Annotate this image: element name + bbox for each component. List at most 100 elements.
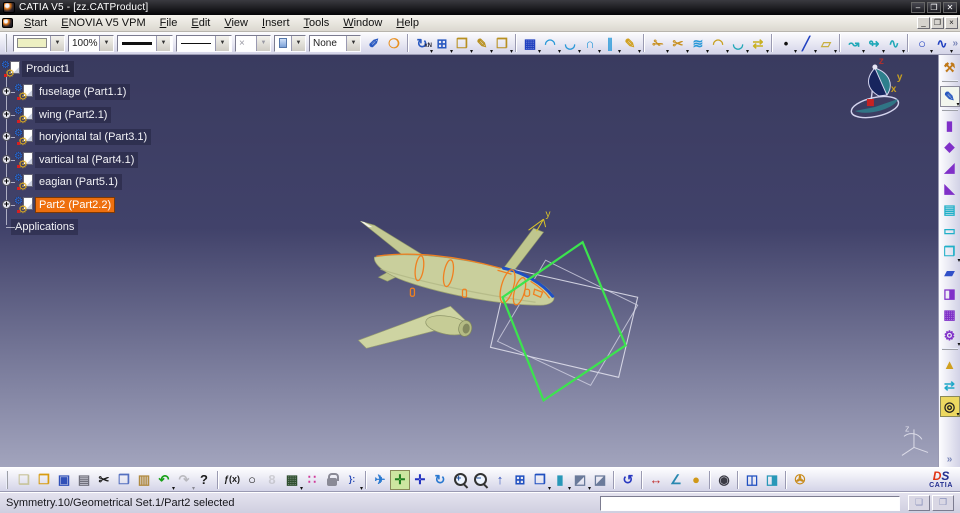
- paste-button[interactable]: ▥: [134, 470, 154, 490]
- design-table-button[interactable]: ▦ ▾: [282, 470, 303, 492]
- line-weight-combo[interactable]: ▼: [117, 34, 173, 52]
- knowledge-toggle-button[interactable]: ❐: [932, 495, 954, 511]
- undo-button[interactable]: ↶ ▾: [154, 470, 175, 492]
- transformations-button[interactable]: ⚙ ▾: [940, 325, 960, 348]
- tree-item-label[interactable]: Product1: [22, 61, 75, 77]
- pocket-button[interactable]: ◢: [940, 157, 960, 178]
- power-input-field[interactable]: [600, 495, 900, 511]
- layer-combo[interactable]: ▼: [274, 34, 306, 52]
- spline-button[interactable]: ∿ ▾: [932, 33, 953, 56]
- tree-item-fuselage-part1-1-[interactable]: + ⚙ ⚙ fuselage (Part1.1): [0, 83, 131, 103]
- render-style-button[interactable]: ▮ ▾: [550, 470, 571, 492]
- fit-all-in-button[interactable]: ✛: [390, 469, 410, 490]
- render-style-combo[interactable]: None ▼: [309, 34, 361, 52]
- tree-item-horyjontal-tal-part3-1-[interactable]: + ⚙ ⚙ horyjontal tal (Part3.1): [0, 128, 152, 148]
- chevron-down-icon[interactable]: ▼: [291, 35, 305, 51]
- tree-item-label[interactable]: Part2 (Part2.2): [35, 197, 116, 213]
- whats-this-button[interactable]: ?: [194, 470, 214, 490]
- circle-button[interactable]: ○ ▾: [912, 33, 933, 56]
- paste-multiple-xn-button[interactable]: ↻ xN ▾: [412, 33, 433, 56]
- rotate-button[interactable]: ↻: [430, 470, 450, 490]
- zoom-in-button[interactable]: +: [450, 470, 470, 490]
- mirror-button[interactable]: ⇄: [940, 375, 960, 396]
- line-button[interactable]: ╱ ▾: [796, 33, 817, 56]
- minimize-button[interactable]: –: [911, 2, 925, 13]
- chevron-down-icon[interactable]: ▼: [99, 35, 113, 51]
- menu-help[interactable]: Help: [389, 16, 426, 30]
- view-mode-shading-button[interactable]: ◩ ▾: [570, 470, 591, 492]
- point-symbol-combo[interactable]: × ▼: [235, 34, 271, 52]
- copy-button[interactable]: ❒: [114, 470, 134, 490]
- drafted-filleted-pad-button[interactable]: ◆: [940, 136, 960, 157]
- aircraft-model[interactable]: y: [357, 209, 555, 349]
- product-structure-button[interactable]: ∷: [302, 470, 322, 490]
- view-mode-edges-button[interactable]: ◪: [590, 470, 610, 490]
- menu-insert[interactable]: Insert: [255, 16, 297, 30]
- pad-button[interactable]: ▮: [940, 115, 960, 136]
- symmetry-plane[interactable]: [501, 240, 628, 403]
- catalog-browser-button[interactable]: ❐ ▾: [492, 33, 513, 56]
- tree-item-label[interactable]: Applications: [11, 219, 79, 235]
- open-button[interactable]: ❐: [34, 470, 54, 490]
- tree-item-applications[interactable]: Applications: [0, 218, 79, 236]
- tree-item-label[interactable]: eagian (Part5.1): [35, 174, 122, 190]
- chevron-down-icon[interactable]: ▾: [360, 486, 363, 492]
- fill-color-combo[interactable]: ▼: [13, 34, 65, 52]
- tree-item-label[interactable]: fuselage (Part1.1): [35, 84, 131, 100]
- print-button[interactable]: ▤: [74, 470, 94, 490]
- boolean-operation-button[interactable]: ❒ ▾: [940, 241, 960, 264]
- tree-item-eagian-part5-1-[interactable]: + ⚙ ⚙ eagian (Part5.1): [0, 173, 122, 193]
- offset-surface-button[interactable]: ∥ ▾: [600, 33, 621, 56]
- tree-expander[interactable]: +: [2, 200, 11, 209]
- compass-base-handle[interactable]: [866, 99, 874, 107]
- tree-expander[interactable]: +: [2, 155, 11, 164]
- hole-button[interactable]: ◎ ▾: [939, 396, 960, 418]
- opacity-combo[interactable]: 100% ▼: [68, 34, 114, 52]
- turntable-button[interactable]: ↺: [618, 470, 638, 490]
- chevron-down-icon[interactable]: ▼: [50, 35, 64, 51]
- sectioning-button[interactable]: ◫: [742, 470, 762, 490]
- chevron-down-icon[interactable]: ▾: [950, 49, 953, 55]
- shell-button[interactable]: ▤: [940, 199, 960, 220]
- measure-between-button[interactable]: ↔: [646, 470, 666, 490]
- redo-button[interactable]: ↷ ▾: [174, 470, 195, 492]
- groove-button[interactable]: ◣: [940, 178, 960, 199]
- measure-item-button[interactable]: ∠: [666, 470, 686, 490]
- menu-start[interactable]: Start: [17, 16, 54, 30]
- boundary-button[interactable]: ◠ ▾: [708, 33, 729, 56]
- tree-expander[interactable]: +: [2, 87, 11, 96]
- tree-item-label[interactable]: horyjontal tal (Part3.1): [35, 129, 152, 145]
- child-close-button[interactable]: ×: [945, 17, 958, 29]
- lock-button[interactable]: [322, 470, 342, 490]
- remove-face-button[interactable]: ▭: [940, 220, 960, 241]
- sew-surface-button[interactable]: ▦: [940, 304, 960, 325]
- zoom-out-button[interactable]: −: [470, 470, 490, 490]
- child-restore-button[interactable]: ❐: [931, 17, 944, 29]
- cut-button[interactable]: ✂: [94, 470, 114, 490]
- compass[interactable]: z y x: [849, 56, 903, 121]
- toolbar-overflow-chevron[interactable]: »: [952, 38, 958, 49]
- clamp-button[interactable]: ✇: [790, 470, 810, 490]
- styling-sweep-button[interactable]: ✎ ▾: [620, 33, 641, 56]
- multi-view-button[interactable]: ⊞: [510, 470, 530, 490]
- fly-mode-button[interactable]: ✈: [370, 470, 390, 490]
- toolbar-grip[interactable]: [941, 109, 958, 113]
- scaling-button[interactable]: ▲: [940, 354, 960, 375]
- knowledge-link-button[interactable]: 8: [262, 470, 282, 490]
- tree-item-part2-part2-2-[interactable]: + ⚙ ⚙ Part2 (Part2.2): [0, 196, 116, 216]
- tree-item-wing-part2-1-[interactable]: + ⚙ ⚙ wing (Part2.1): [0, 106, 112, 126]
- menu-file[interactable]: File: [153, 16, 185, 30]
- shape-morphing-button[interactable]: ⇄ ▾: [748, 33, 769, 56]
- plane-button[interactable]: ▱ ▾: [816, 33, 837, 56]
- intersection-button[interactable]: ↬ ▾: [864, 33, 885, 56]
- tree-expander[interactable]: +: [2, 110, 11, 119]
- trim-button[interactable]: ≋ ▾: [688, 33, 709, 56]
- quick-surfaces-button[interactable]: ▦ ▾: [520, 33, 541, 56]
- reflect-line-button[interactable]: ∿ ▾: [884, 33, 905, 56]
- tree-item-label[interactable]: wing (Part2.1): [35, 107, 112, 123]
- chevron-down-icon[interactable]: ▼: [346, 35, 360, 51]
- menu-edit[interactable]: Edit: [184, 16, 217, 30]
- measure-inertia-button[interactable]: ●: [686, 470, 706, 490]
- projection-button[interactable]: ↝ ▾: [844, 33, 865, 56]
- tree-item-vartical-tal-part4-1-[interactable]: + ⚙ ⚙ vartical tal (Part4.1): [0, 151, 139, 171]
